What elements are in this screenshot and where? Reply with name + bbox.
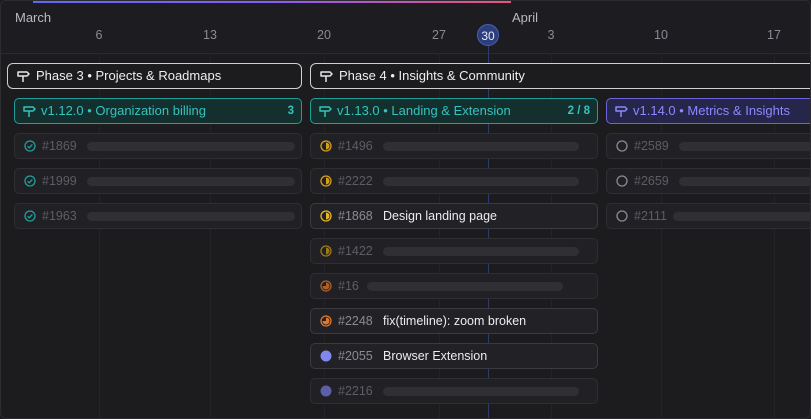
- done-status-icon: [24, 210, 36, 222]
- in-progress-status-icon: [320, 175, 332, 187]
- header-accent-line: [33, 1, 511, 3]
- issue-number: #2659: [634, 174, 669, 188]
- issue-number: #2248: [338, 314, 373, 328]
- done-status-icon: [24, 175, 36, 187]
- issue-card[interactable]: #1422: [310, 238, 598, 264]
- phase-4-bar[interactable]: Phase 4 • Insights & Community: [310, 63, 810, 89]
- phase-3-bar[interactable]: Phase 3 • Projects & Roadmaps: [7, 63, 302, 89]
- issue-number: #1963: [42, 209, 77, 223]
- signpost-icon: [320, 71, 333, 82]
- title-placeholder: [87, 142, 295, 151]
- issue-number: #2111: [634, 209, 667, 223]
- in-progress-status-icon: [320, 210, 332, 222]
- release-count: 3: [287, 105, 294, 117]
- day-label: 10: [654, 28, 668, 42]
- issue-card[interactable]: #2216: [310, 378, 598, 404]
- issue-number: #1869: [42, 139, 77, 153]
- issue-card[interactable]: #2222: [310, 168, 598, 194]
- title-placeholder: [383, 387, 579, 396]
- issue-card[interactable]: #1496: [310, 133, 598, 159]
- issue-card[interactable]: #1868 Design landing page: [310, 203, 598, 229]
- release-count: 2 / 8: [567, 105, 590, 117]
- signpost-icon: [17, 71, 30, 82]
- issue-card[interactable]: #2111: [606, 203, 810, 229]
- issue-number: #2216: [338, 384, 373, 398]
- issue-title: Browser Extension: [383, 349, 488, 363]
- todo-status-icon: [616, 210, 628, 222]
- title-placeholder: [383, 247, 579, 256]
- issue-card[interactable]: #2589: [606, 133, 810, 159]
- title-placeholder: [87, 177, 295, 186]
- ready-status-icon: [320, 350, 332, 362]
- issue-number: #1868: [338, 209, 373, 223]
- in-progress-status-icon: [320, 315, 332, 327]
- issue-card[interactable]: #2659: [606, 168, 810, 194]
- ready-status-icon: [320, 385, 332, 397]
- todo-status-icon: [616, 175, 628, 187]
- issue-card[interactable]: #2055 Browser Extension: [310, 343, 598, 369]
- title-placeholder: [383, 177, 579, 186]
- in-progress-status-icon: [320, 280, 332, 292]
- timeline-header: March April 6 13 20 27 30 3 10 17: [1, 1, 810, 54]
- todo-status-icon: [616, 140, 628, 152]
- day-label: 3: [547, 28, 555, 42]
- day-label: 27: [432, 28, 446, 42]
- issue-card[interactable]: #16: [310, 273, 598, 299]
- day-label: 6: [95, 28, 103, 42]
- signpost-icon: [319, 106, 332, 117]
- phase-label: Phase 4 • Insights & Community: [339, 68, 525, 83]
- title-placeholder: [679, 177, 810, 186]
- done-status-icon: [24, 140, 36, 152]
- issue-number: #1999: [42, 174, 77, 188]
- timeline-view: March April 6 13 20 27 30 3 10 17 Phase …: [0, 0, 811, 419]
- signpost-icon: [615, 106, 628, 117]
- issue-number: #16: [338, 279, 359, 293]
- day-label: 13: [203, 28, 217, 42]
- day-label: 20: [317, 28, 331, 42]
- title-placeholder: [383, 142, 579, 151]
- issue-number: #2589: [634, 139, 669, 153]
- issue-number: #1496: [338, 139, 373, 153]
- issue-card[interactable]: #2248 fix(timeline): zoom broken: [310, 308, 598, 334]
- title-placeholder: [87, 212, 295, 221]
- signpost-icon: [23, 106, 36, 117]
- release-v1-12-0[interactable]: v1.12.0 • Organization billing 3: [14, 98, 302, 124]
- month-label-april: April: [512, 10, 539, 25]
- issue-number: #1422: [338, 244, 373, 258]
- issue-title: Design landing page: [383, 209, 497, 223]
- title-placeholder: [673, 212, 810, 221]
- today-marker: 30: [477, 24, 499, 46]
- title-placeholder: [679, 142, 810, 151]
- in-progress-status-icon: [320, 140, 332, 152]
- month-label-march: March: [15, 10, 52, 25]
- release-label: v1.12.0 • Organization billing: [41, 103, 206, 118]
- release-v1-13-0[interactable]: v1.13.0 • Landing & Extension 2 / 8: [310, 98, 598, 124]
- release-label: v1.13.0 • Landing & Extension: [337, 103, 511, 118]
- issue-card[interactable]: #1999: [14, 168, 302, 194]
- release-v1-14-0[interactable]: v1.14.0 • Metrics & Insights: [606, 98, 810, 124]
- phase-label: Phase 3 • Projects & Roadmaps: [36, 68, 222, 83]
- day-label: 17: [767, 28, 781, 42]
- issue-number: #2222: [338, 174, 373, 188]
- issue-card[interactable]: #1963: [14, 203, 302, 229]
- in-progress-status-icon: [320, 245, 332, 257]
- issue-title: fix(timeline): zoom broken: [383, 314, 527, 328]
- issue-card[interactable]: #1869: [14, 133, 302, 159]
- issue-number: #2055: [338, 349, 373, 363]
- title-placeholder: [367, 282, 563, 291]
- release-label: v1.14.0 • Metrics & Insights: [633, 103, 791, 118]
